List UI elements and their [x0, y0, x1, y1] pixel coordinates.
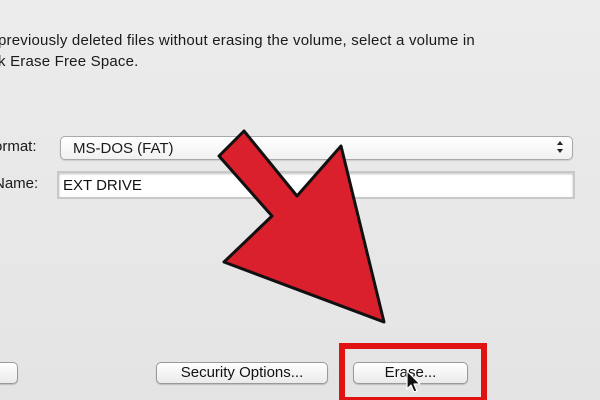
- erase-button[interactable]: Erase...: [353, 362, 468, 384]
- format-select-value: MS-DOS (FAT): [73, 140, 174, 157]
- description-line-1: previously deleted files without erasing…: [0, 32, 475, 49]
- up-down-arrows-icon: [556, 138, 564, 156]
- security-options-button[interactable]: Security Options...: [156, 362, 328, 384]
- format-select[interactable]: MS-DOS (FAT): [60, 136, 573, 160]
- left-button[interactable]: [0, 362, 18, 384]
- erase-description: previously deleted files without erasing…: [0, 30, 600, 72]
- name-field[interactable]: [57, 171, 575, 199]
- name-label: Name:: [0, 175, 39, 192]
- erase-panel: previously deleted files without erasing…: [0, 0, 600, 400]
- format-label: ormat:: [0, 138, 37, 155]
- description-line-2: k Erase Free Space.: [0, 53, 139, 70]
